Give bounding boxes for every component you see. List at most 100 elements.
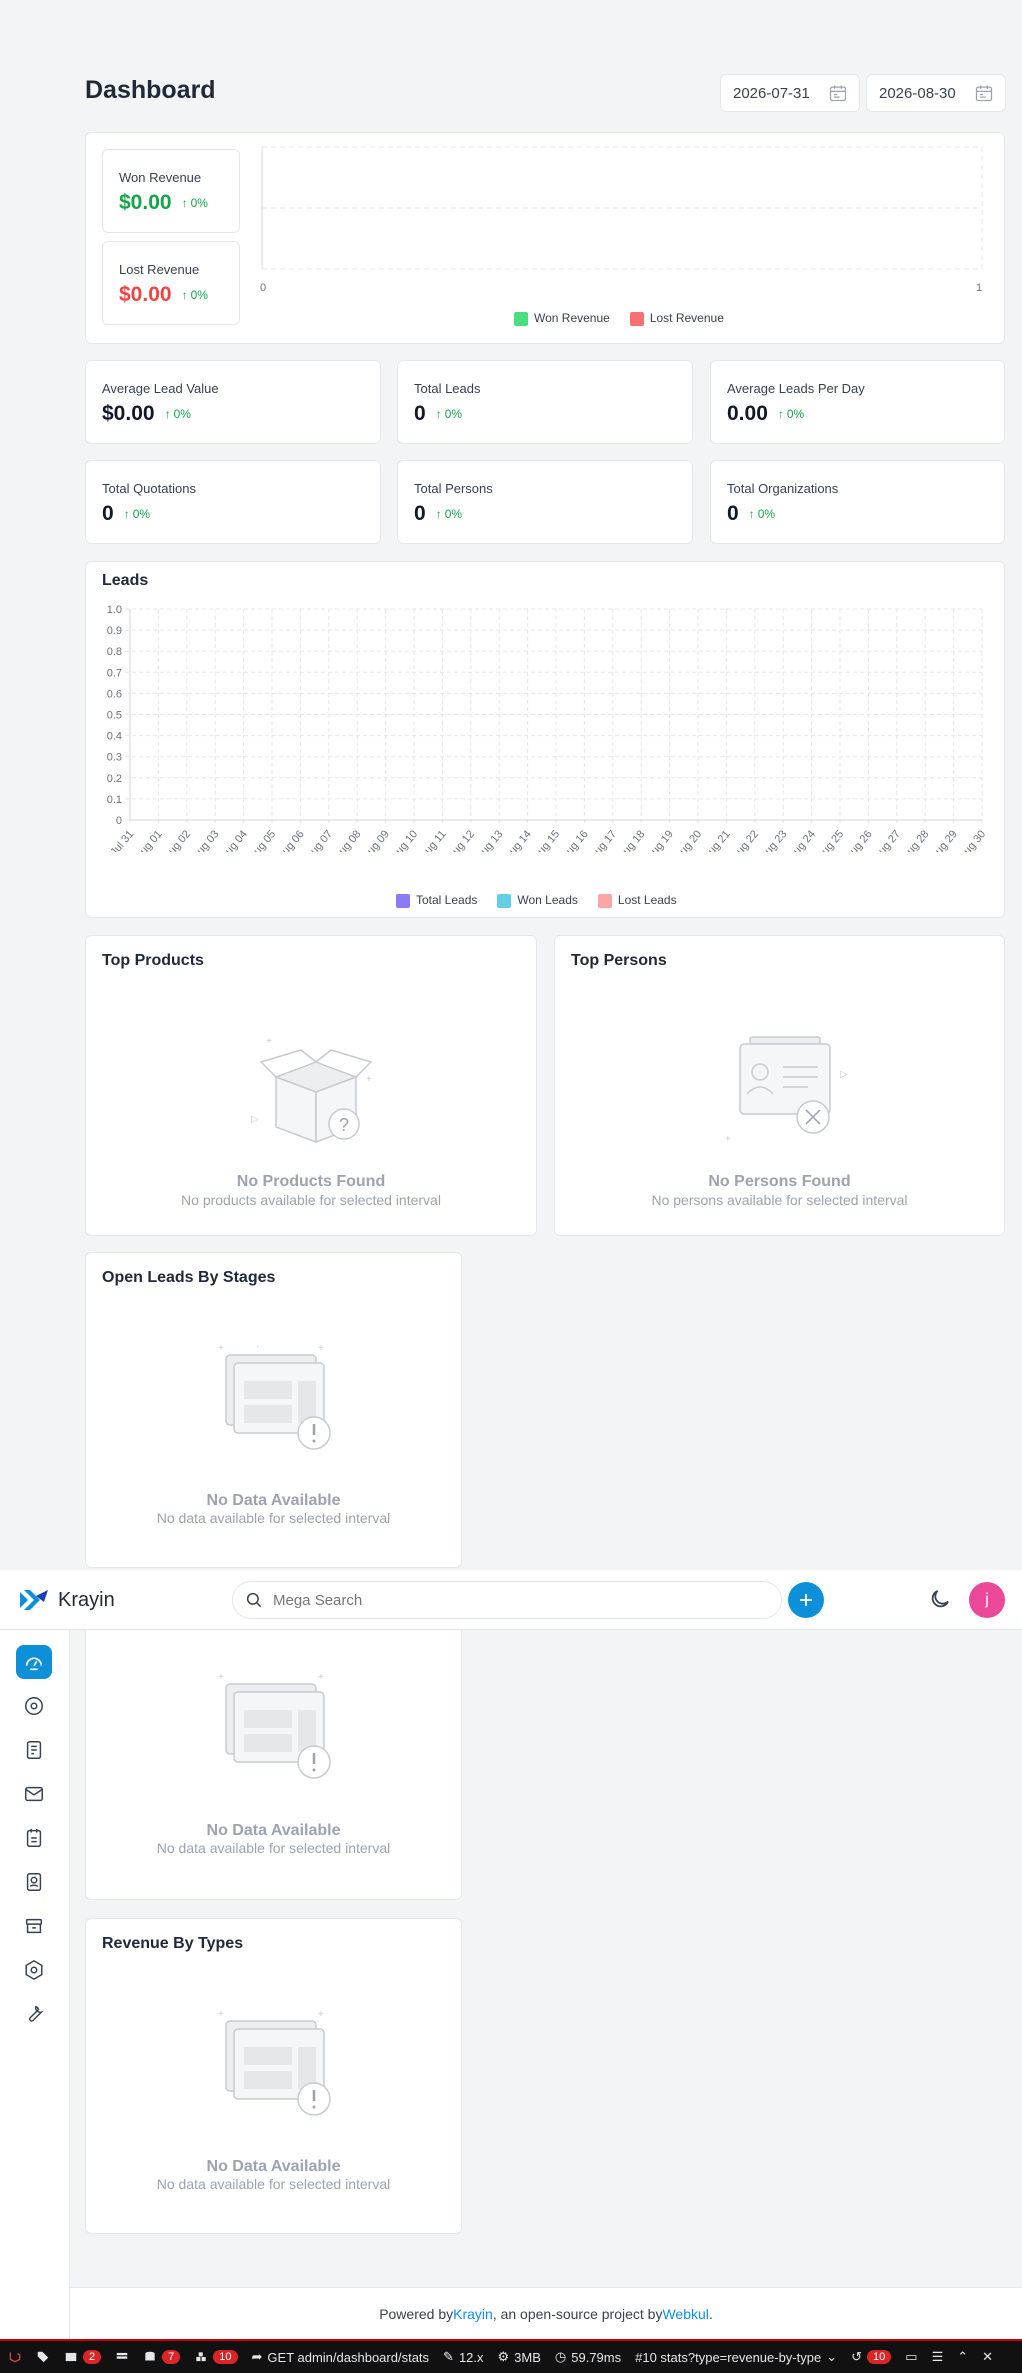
mega-search[interactable] [232, 1581, 782, 1619]
wrench-icon [29, 2005, 44, 2022]
stat-tile-total-quotations: Total Quotations 0 ↑ 0% [85, 460, 381, 544]
stat-value: 0 [102, 502, 114, 525]
legend-item-lost-leads[interactable]: Lost Leads [597, 893, 677, 908]
models-badge: 10 [213, 2350, 238, 2364]
list-icon [65, 2352, 77, 2362]
y-tick-label: 0.5 [107, 710, 122, 722]
won-revenue-tile: Won Revenue $0.00 ↑ 0% [102, 149, 240, 233]
arrow-up-icon: ↑ [748, 507, 755, 521]
x-tick-label: Aug 04 [218, 828, 250, 852]
laravel-logo-icon[interactable] [8, 2350, 22, 2364]
debug-request-select[interactable]: #10 stats?type=revenue-by-type ⌄ [635, 2349, 837, 2365]
search-input[interactable] [273, 1591, 753, 1609]
start-date-picker[interactable]: 2026-07-31 [720, 74, 860, 112]
revenue-axis-max: 1 [976, 282, 982, 294]
debug-timeline-tab[interactable]: 2 [64, 2350, 102, 2364]
legend-item-lost[interactable]: Lost Revenue [629, 311, 724, 326]
sidebar-item-activities[interactable] [16, 1821, 52, 1855]
moon-icon [931, 1590, 949, 1608]
legend-item-total-leads[interactable]: Total Leads [396, 893, 477, 908]
lost-revenue-label: Lost Revenue [119, 262, 200, 277]
x-tick-label: Aug 17 [587, 828, 619, 852]
stat-change: 0% [757, 507, 776, 521]
debug-memory[interactable]: ⚙ 3MB [498, 2349, 541, 2365]
x-tick-label: Aug 24 [786, 828, 818, 852]
x-tick-label: Aug 23 [758, 828, 790, 852]
debug-messages-tab[interactable] [36, 2350, 50, 2364]
top-header: Krayin j [0, 1570, 1022, 1630]
footer-link-webkul[interactable]: Webkul [662, 2306, 708, 2322]
user-avatar[interactable]: j [969, 1582, 1005, 1618]
arrow-up-icon: ↑ [181, 288, 188, 302]
theme-toggle[interactable] [928, 1587, 952, 1616]
debug-open-icon[interactable]: ▭ [905, 2349, 917, 2365]
x-tick-label: Aug 25 [815, 828, 847, 852]
sidebar-item-settings[interactable] [16, 1953, 52, 1987]
empty-person-icon: + ▷ [725, 1036, 848, 1145]
messages-badge: 2 [83, 2350, 102, 2364]
y-tick-label: 0.3 [107, 752, 122, 764]
debug-queries-tab[interactable]: 7 [143, 2350, 181, 2364]
stat-change: 0% [132, 507, 151, 521]
stat-tile-total-leads: Total Leads 0 ↑ 0% [397, 360, 693, 444]
footer-link-krayin[interactable]: Krayin [453, 2306, 493, 2322]
sidebar-item-mail[interactable] [16, 1777, 52, 1811]
open-leads-card: Open Leads By Stages + · + No Data Avail… [85, 1252, 462, 1568]
legend-item-won-leads[interactable]: Won Leads [497, 893, 578, 908]
sidebar-item-contacts[interactable] [16, 1865, 52, 1899]
database-icon [145, 2351, 155, 2361]
mail-icon [25, 1786, 43, 1802]
sidebar-item-quotes[interactable] [16, 1733, 52, 1767]
debug-history[interactable]: ↺ 10 [851, 2349, 892, 2365]
x-tick-label: Aug 03 [190, 828, 222, 852]
legend-item-won[interactable]: Won Revenue [514, 311, 610, 326]
sidebar-item-dashboard[interactable] [16, 1645, 52, 1679]
x-tick-label: Aug 26 [843, 828, 875, 852]
sidebar-item-configuration[interactable] [16, 1997, 52, 2031]
debug-time[interactable]: ◷ 59.79ms [555, 2349, 621, 2365]
revenue-legend: Won Revenue Lost Revenue [514, 311, 724, 326]
x-tick-label: Aug 05 [247, 828, 279, 852]
stat-tile-total-persons: Total Persons 0 ↑ 0% [397, 460, 693, 544]
debug-settings-icon[interactable]: ☰ [932, 2349, 944, 2365]
sidebar-item-products[interactable] [16, 1909, 52, 1943]
top-persons-empty-title: No Persons Found [708, 1173, 851, 1190]
end-date-picker[interactable]: 2026-08-30 [866, 74, 1006, 112]
top-products-empty-sub: No products available for selected inter… [181, 1192, 441, 1208]
svg-text:+: + [318, 1345, 324, 1354]
quick-create-button[interactable] [788, 1582, 824, 1618]
end-date-value: 2026-08-30 [879, 84, 956, 102]
chevron-down-icon: ⌄ [826, 2349, 838, 2364]
contacts-icon [26, 1873, 42, 1891]
scrolled-empty-sub: No data available for selected interval [156, 1840, 391, 1856]
top-persons-title: Top Persons [571, 952, 667, 969]
stat-tile-total-organizations: Total Organizations 0 ↑ 0% [710, 460, 1005, 544]
y-tick-label: 0.6 [107, 688, 122, 700]
debug-php-version[interactable]: ✎ 12.x [443, 2349, 483, 2365]
debug-maximize-icon[interactable]: ⌃ [957, 2349, 968, 2365]
x-tick-label: Aug 11 [418, 828, 449, 852]
svg-text:+: + [266, 1036, 272, 1047]
debug-close-icon[interactable]: ✕ [982, 2349, 993, 2365]
x-tick-label: Aug 02 [161, 828, 193, 852]
sidebar-item-leads[interactable] [16, 1689, 52, 1723]
debug-models-tab[interactable]: 10 [194, 2350, 238, 2364]
svg-text:+: + [725, 1134, 731, 1145]
debug-views-tab[interactable] [115, 2350, 129, 2364]
footer-middle: , an open-source project by [492, 2305, 663, 2322]
svg-text:+: + [218, 1674, 224, 1683]
revenue-card: Won Revenue $0.00 ↑ 0% Lost Revenue $0.00… [85, 132, 1005, 344]
arrow-up-icon: ↑ [181, 196, 188, 210]
x-tick-label: Aug 12 [445, 828, 477, 852]
empty-box-icon: ? + + ▷ [251, 1036, 373, 1144]
svg-text:+: + [318, 1674, 324, 1683]
stat-value: 0 [727, 502, 739, 525]
page-title: Dashboard [85, 76, 216, 104]
brand-logo[interactable]: Krayin [18, 1588, 115, 1612]
plus-icon [800, 1594, 812, 1606]
top-products-empty-title: No Products Found [236, 1173, 386, 1190]
x-tick-label: Aug 19 [644, 828, 676, 852]
debug-request-tab[interactable]: ➦ GET admin/dashboard/stats [252, 2349, 430, 2365]
y-tick-label: 0.4 [107, 731, 122, 743]
leads-legend: Total Leads Won Leads Lost Leads [396, 893, 677, 908]
